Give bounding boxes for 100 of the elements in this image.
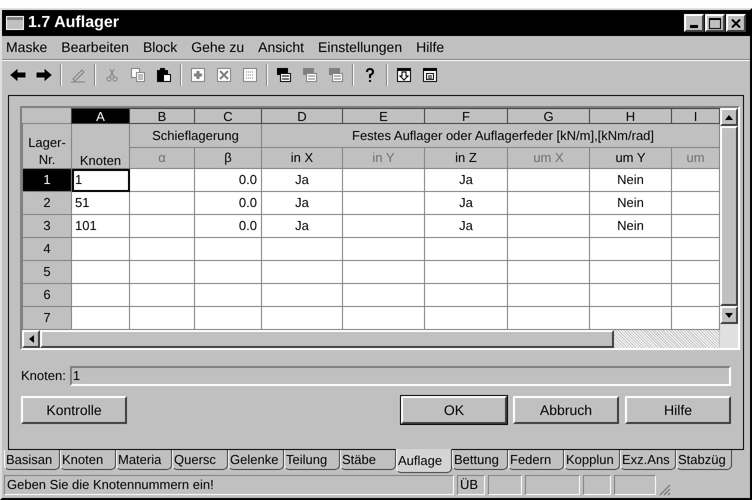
table-cell[interactable] (342, 284, 424, 306)
row-header[interactable]: 7 (22, 306, 72, 330)
table-cell[interactable] (342, 168, 424, 192)
table-cell[interactable] (72, 284, 130, 306)
table-cell[interactable] (130, 260, 194, 284)
table-cell[interactable] (72, 306, 130, 330)
table-cell[interactable]: 101 (72, 214, 130, 238)
tab[interactable]: Teilung (284, 450, 340, 470)
scroll-up-button[interactable] (720, 108, 738, 126)
table-cell[interactable] (72, 260, 130, 284)
column-header[interactable]: C (194, 108, 262, 124)
table-cell[interactable]: 0.0 (194, 214, 262, 238)
row-header[interactable]: 3 (22, 214, 72, 238)
table-cell[interactable] (342, 260, 424, 284)
table-cell[interactable] (194, 238, 262, 260)
table-cell[interactable] (590, 238, 672, 260)
dialog-button[interactable]: Abbruch (513, 396, 619, 424)
maximize-button[interactable] (705, 14, 725, 32)
tab[interactable]: Gelenke (228, 450, 284, 470)
table-cell[interactable] (130, 214, 194, 238)
table-cell[interactable]: Ja (262, 214, 342, 238)
clipboard-button[interactable] (154, 65, 174, 85)
row-header[interactable]: 5 (22, 260, 72, 284)
table-cell[interactable] (262, 260, 342, 284)
menu-item[interactable]: Block (142, 37, 178, 58)
table-cell[interactable] (672, 260, 720, 284)
tab[interactable]: Kopplun (564, 450, 620, 470)
tab[interactable]: Stäbe (340, 450, 396, 470)
column-header[interactable]: A (72, 108, 130, 124)
row-header[interactable]: 2 (22, 192, 72, 214)
node-field[interactable]: 1 (70, 366, 731, 386)
menu-item[interactable]: Bearbeiten (61, 37, 129, 58)
menu-item[interactable]: Gehe zu (191, 37, 244, 58)
table-cell[interactable] (672, 284, 720, 306)
table-cell[interactable] (672, 306, 720, 330)
tab[interactable]: Knoten (60, 450, 116, 470)
scroll-thumb[interactable] (40, 330, 614, 348)
table-cell[interactable] (342, 306, 424, 330)
table-cell[interactable] (130, 192, 194, 214)
table-cell[interactable]: Nein (590, 214, 672, 238)
table-cell[interactable] (262, 284, 342, 306)
table-cell[interactable] (508, 284, 590, 306)
table-cell[interactable] (342, 214, 424, 238)
table-cell[interactable] (508, 168, 590, 192)
table-cell[interactable]: 0.0 (194, 192, 262, 214)
column-header[interactable]: D (262, 108, 342, 124)
scroll-down-button[interactable] (720, 306, 738, 324)
tab[interactable]: Materia (116, 450, 172, 470)
tab[interactable]: Exz.Ans (620, 450, 676, 470)
close-button[interactable] (726, 14, 746, 32)
row-header[interactable]: 1 (22, 168, 72, 192)
table-cell[interactable]: Ja (424, 214, 508, 238)
tab[interactable]: Auflage (396, 449, 452, 473)
table-cell[interactable] (590, 260, 672, 284)
row-header[interactable]: 6 (22, 284, 72, 306)
table-cell[interactable]: 0.0 (194, 168, 262, 192)
table-cell[interactable] (130, 168, 194, 192)
table-cell[interactable] (194, 284, 262, 306)
dialog-button[interactable]: OK (401, 396, 507, 424)
table-cell[interactable] (590, 284, 672, 306)
table-cell[interactable]: Nein (590, 192, 672, 214)
row-header[interactable]: 4 (22, 238, 72, 260)
table-cell[interactable] (672, 238, 720, 260)
dialog-button[interactable]: Kontrolle (21, 396, 127, 424)
table-cell[interactable] (262, 306, 342, 330)
table-cell[interactable]: Nein (590, 168, 672, 192)
table-cell[interactable] (194, 260, 262, 284)
table-cell[interactable] (130, 284, 194, 306)
table-cell[interactable] (508, 192, 590, 214)
table-cell[interactable] (424, 260, 508, 284)
dialog-button[interactable]: Hilfe (625, 396, 731, 424)
menu-item[interactable]: Hilfe (416, 37, 444, 58)
table-cell[interactable]: 51 (72, 192, 130, 214)
table-cell[interactable] (342, 238, 424, 260)
table-cell[interactable] (72, 238, 130, 260)
table-cell[interactable] (262, 238, 342, 260)
tab[interactable]: Basisan (4, 450, 60, 470)
table-cell[interactable] (508, 238, 590, 260)
table-cell[interactable] (130, 238, 194, 260)
table-cell[interactable]: Ja (424, 192, 508, 214)
table-cell[interactable] (508, 306, 590, 330)
table-cell[interactable] (672, 192, 720, 214)
table-cell[interactable] (194, 306, 262, 330)
column-header[interactable]: H (590, 108, 672, 124)
column-header[interactable]: F (424, 108, 508, 124)
tab[interactable]: Federn (508, 450, 564, 470)
table-cell[interactable] (508, 260, 590, 284)
table-cell[interactable] (424, 238, 508, 260)
table-cell[interactable] (424, 306, 508, 330)
menu-item[interactable]: Einstellungen (318, 37, 402, 58)
scroll-left-button[interactable] (22, 330, 40, 348)
scroll-thumb[interactable] (720, 126, 738, 306)
table-cell[interactable] (424, 284, 508, 306)
tab[interactable]: Bettung (452, 450, 508, 470)
table-cell[interactable] (342, 192, 424, 214)
table-cell[interactable]: 1 (72, 168, 130, 192)
menu-item[interactable]: Maske (6, 37, 48, 58)
table-cell[interactable] (590, 306, 672, 330)
table-cell[interactable] (130, 306, 194, 330)
stacked-sheets-button[interactable] (274, 65, 294, 85)
